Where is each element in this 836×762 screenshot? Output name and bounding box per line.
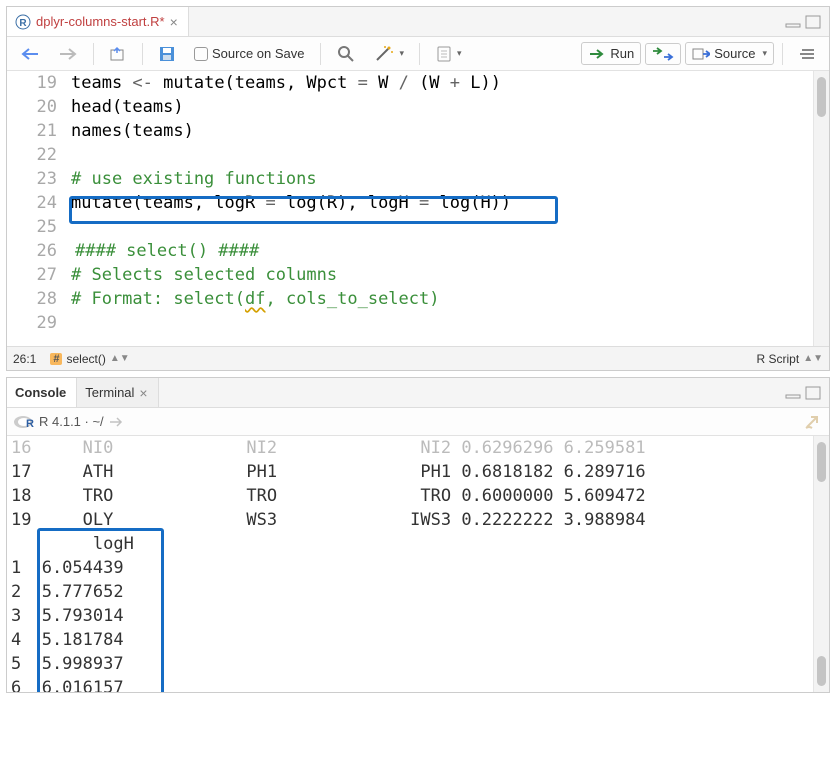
clear-console-icon[interactable] (803, 413, 823, 431)
highlight-box-console (37, 528, 164, 692)
close-icon[interactable]: × (139, 385, 147, 401)
code-editor[interactable]: 1920212223242526272829 teams <- mutate(t… (7, 71, 829, 346)
minimize-icon[interactable] (785, 16, 801, 28)
notebook-button[interactable]: ▾ (428, 41, 469, 67)
highlight-box-code (69, 196, 558, 224)
console-scrollbar[interactable] (813, 436, 829, 692)
updown-icon[interactable]: ▲▼ (110, 353, 130, 364)
file-type[interactable]: R Script (757, 352, 800, 366)
section-crumb[interactable]: select() (66, 352, 105, 366)
console-pane: Console Terminal × R R 4.1.1 · ~/ 16 NI0… (6, 377, 830, 693)
tab-console[interactable]: Console (7, 378, 77, 407)
file-tab[interactable]: R dplyr-columns-start.R* × (7, 7, 189, 36)
run-label: Run (610, 46, 634, 61)
maximize-icon[interactable] (805, 386, 821, 400)
editor-tabbar: R dplyr-columns-start.R* × (7, 7, 829, 37)
find-button[interactable] (329, 40, 363, 68)
rerun-button[interactable] (645, 43, 681, 65)
r-version-label: R 4.1.1 · ~/ (39, 414, 104, 429)
source-on-save-label: Source on Save (212, 46, 305, 61)
maximize-icon[interactable] (805, 15, 821, 29)
r-file-icon: R (15, 14, 31, 30)
tab-terminal-label: Terminal (85, 385, 134, 400)
console-output[interactable]: 16 NI0 NI2 NI2 0.6296296 6.25958117 ATH … (7, 436, 829, 692)
editor-pane: R dplyr-columns-start.R* × Source on Sav… (6, 6, 830, 371)
minimize-icon[interactable] (785, 387, 801, 399)
svg-text:R: R (26, 418, 34, 430)
editor-toolbar: Source on Save ▾ ▾ Run Source▾ (7, 37, 829, 71)
tab-terminal[interactable]: Terminal × (77, 378, 158, 407)
source-label: Source (714, 46, 755, 61)
cursor-position: 26:1 (13, 352, 36, 366)
tab-filename: dplyr-columns-start.R* (36, 14, 165, 29)
save-button[interactable] (151, 41, 183, 67)
nav-fwd-button[interactable] (51, 43, 85, 65)
section-badge[interactable]: # (50, 353, 62, 365)
tab-console-label: Console (15, 385, 66, 400)
console-tabbar: Console Terminal × (7, 378, 829, 408)
editor-scrollbar[interactable] (813, 71, 829, 346)
console-toolbar: R R 4.1.1 · ~/ (7, 408, 829, 436)
run-button[interactable]: Run (581, 42, 641, 65)
r-logo-icon: R (13, 413, 35, 431)
updown-icon-2[interactable]: ▲▼ (803, 353, 823, 364)
source-on-save-checkbox[interactable]: Source on Save (187, 42, 312, 65)
nav-back-button[interactable] (13, 43, 47, 65)
popout-button[interactable] (102, 42, 134, 66)
close-icon[interactable]: × (170, 14, 178, 30)
outline-button[interactable] (791, 43, 823, 65)
wand-button[interactable]: ▾ (367, 41, 412, 67)
svg-text:R: R (19, 18, 27, 29)
editor-statusbar: 26:1 # select() ▲▼ R Script ▲▼ (7, 346, 829, 370)
line-gutter: 1920212223242526272829 (7, 71, 71, 346)
source-button[interactable]: Source▾ (685, 42, 774, 65)
goto-wd-icon[interactable] (108, 415, 124, 429)
